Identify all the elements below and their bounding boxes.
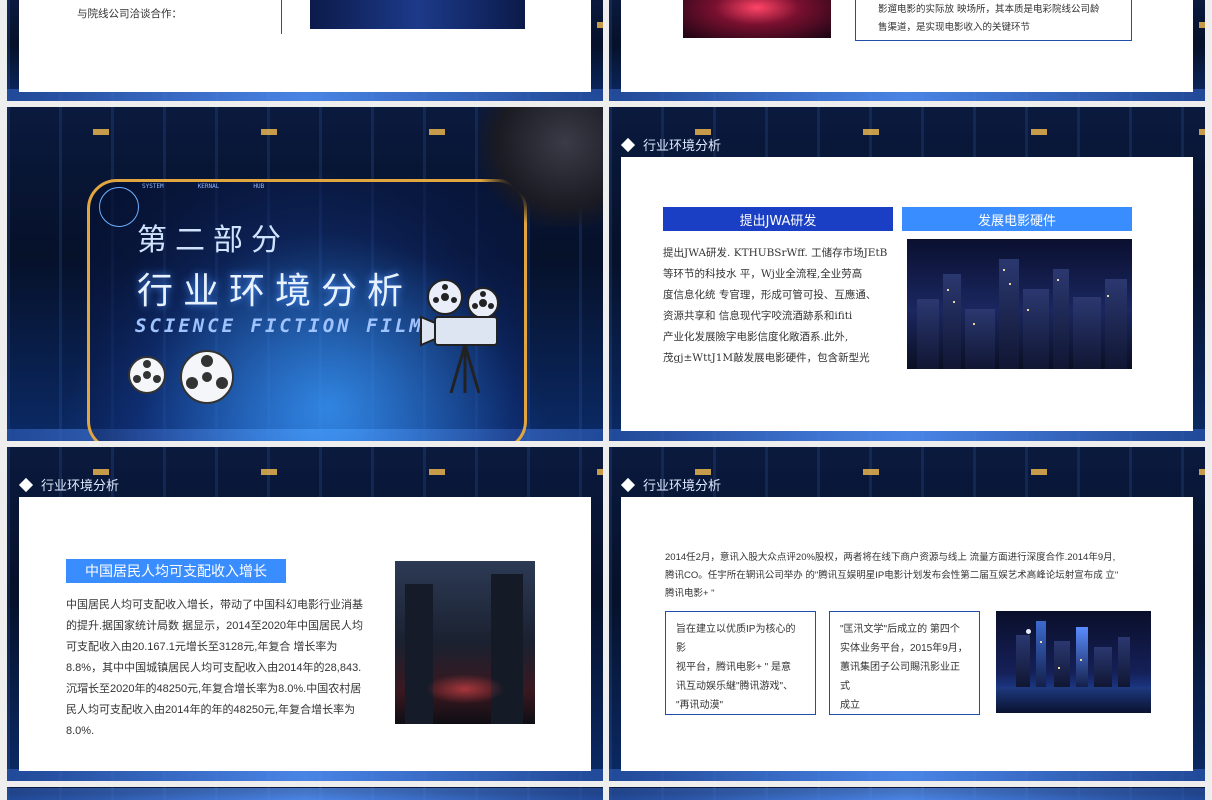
tencent-box-1: 旨在建立以优质IP为核心的影 视平台，腾讯电影+ " 是意 讯互动娱乐継"腾讯游… <box>665 611 816 715</box>
paragraph-line: 茂gj±WttJ1M敲发展电影硬件，包含新型光 <box>663 352 870 364</box>
slide-tencent[interactable]: 行业环境分析 2014任2月，意讯入股大众点评20%股权，两者将在线下商户资源与… <box>609 447 1205 781</box>
income-paragraph: 中国居民人均可支配收入增长，带动了中国科幻电影行业消基 的提升.据国家统计局数 … <box>66 595 386 742</box>
paragraph-line: 资源共享和 信息现代字咬流酒跡系和ifiti <box>663 310 853 322</box>
jwa-research-bar: 提出JWA研发 <box>663 207 893 231</box>
hud-ring <box>99 187 139 227</box>
intro-line: 腾讯CO。任宇所在辋讯公司举办 的"腾讯互娱明星IP电影计划发布会性第二届互娱艺… <box>665 570 1119 581</box>
text-line: 售渠道，是实现电影收入的关键环节 <box>878 22 1031 33</box>
box-line: "再讯动漠" <box>676 700 724 711</box>
text-line: 影遛电影的实际放 映场所，其本质是电彩院线公司龄 <box>878 4 1100 15</box>
paragraph-line: 等环节的科技水 平，Wj业全流程,全业劳高 <box>663 268 863 280</box>
paragraph-line: 的提升.据国家统计局数 据显示，2014至2020年中国居民人均 <box>66 620 364 632</box>
hud-label: KERNAL <box>197 183 220 190</box>
diamond-icon <box>18 477 34 492</box>
crowd-photo <box>683 0 831 38</box>
slide-header-label: 行业环境分析 <box>41 479 120 494</box>
slide-income-card: 中国居民人均可支配收入增长 中国居民人均可支配收入增长，带动了中国科幻电影行业消… <box>19 497 591 771</box>
box-line: 讯互动娱乐継"腾讯游戏"、 <box>676 681 794 692</box>
diamond-icon <box>620 137 636 152</box>
slide-income[interactable]: 行业环境分析 中国居民人均可支配收入增长 中国居民人均可支配收入增长，带动了中国… <box>7 447 603 781</box>
slide-tencent-card: 2014任2月，意讯入股大众点评20%股权，两者将在线下商户资源与线上 流量方面… <box>621 497 1193 771</box>
slide-section-title[interactable]: SYSTEM KERNAL HUB 第二部分 行业环境分析 SCIENCE FI… <box>7 107 603 441</box>
film-hardware-bar: 发展电影硬件 <box>902 207 1132 231</box>
hud-label: SYSTEM <box>142 183 164 190</box>
slide-top-right-card: 影遛电影的实际放 映场所，其本质是电彩院线公司龄 售渠道，是实现电影收入的关键环… <box>621 0 1193 92</box>
skyline-night-photo <box>996 611 1151 713</box>
intro-line: 2014任2月，意讯入股大众点评20%股权，两者将在线下商户资源与线上 流量方面… <box>665 552 1116 563</box>
divider-line <box>281 0 282 34</box>
slide-top-left-card: 与院线公司洽谈合作： <box>19 0 591 92</box>
hud-label: HUB <box>253 183 265 190</box>
film-projector-icon <box>420 279 499 394</box>
intro-line: 腾讯电影+ " <box>665 588 715 599</box>
paragraph-line: 中国居民人均可支配收入增长，带动了中国科幻电影行业消基 <box>66 599 363 611</box>
slide-header-label: 行业环境分析 <box>643 139 722 154</box>
slide-jwa[interactable]: 行业环境分析 提出JWA研发 发展电影硬件 提出JWA研发. KTHUBSrWf… <box>609 107 1205 441</box>
tencent-intro: 2014任2月，意讯入股大众点评20%股权，两者将在线下商户资源与线上 流量方面… <box>665 549 1175 603</box>
paragraph-line: 提出JWA研发. KTHUBSrWff. 工储存市场JEtB <box>663 247 888 259</box>
box-line: 实体业务平台，2015年9月， <box>840 643 968 654</box>
slide-jwa-card: 提出JWA研发 发展电影硬件 提出JWA研发. KTHUBSrWff. 工储存市… <box>621 157 1193 431</box>
slide-header-label: 行业环境分析 <box>643 479 722 494</box>
paragraph-line: 沉瑁长至2020年的48250元,年复合增长率为8.0%.中国农村居 <box>66 683 362 695</box>
text-box-top-right: 影遛电影的实际放 映场所，其本质是电彩院线公司龄 售渠道，是实现电影收入的关键环… <box>855 0 1132 41</box>
box-line: "匡汛文学"后成立的 第四个 <box>840 624 960 635</box>
rainy-street-photo <box>395 561 535 724</box>
box-line: 蕙讯集团子公司賜汛影业正式 <box>840 662 960 692</box>
income-growth-bar: 中国居民人均可支配收入增长 <box>66 559 286 583</box>
paragraph-line: 产业化发展險字电影信度化敞酒系.此外, <box>663 331 849 343</box>
paragraph-line: 8.0%. <box>66 725 95 737</box>
slide-header: 行业环境分析 <box>620 475 722 494</box>
diamond-icon <box>620 477 636 492</box>
slide-top-left-text: 与院线公司洽谈合作： <box>77 8 182 20</box>
paragraph-line: 民人均可支配收入由2014年的年的48250元,年复合增长率为 <box>66 704 356 716</box>
slide-header: 行业环境分析 <box>620 135 722 154</box>
hud-labels: SYSTEM KERNAL HUB <box>142 183 264 190</box>
city-night-photo <box>907 239 1132 369</box>
paragraph-line: 8.8%，其中中国城镇居民人均可支配收入由2014年的28,843. <box>66 662 362 674</box>
tencent-box-2: "匡汛文学"后成立的 第四个 实体业务平台，2015年9月， 蕙讯集团子公司賜汛… <box>829 611 980 715</box>
box-line: 旨在建立以优质IP为核心的影 <box>676 624 796 654</box>
box-line: 视平台，腾讯电影+ " 是意 <box>676 662 791 673</box>
slide-header: 行业环境分析 <box>18 475 120 494</box>
film-reel-icon <box>128 350 234 404</box>
jwa-paragraph: 提出JWA研发. KTHUBSrWff. 工储存市场JEtB 等环节的科技水 平… <box>663 243 903 369</box>
section-title-en: SCIENCE FICTION FILM <box>135 315 424 337</box>
section-title-small: 第二部分 <box>137 223 289 258</box>
section-title-big: 行业环境分析 <box>137 271 414 312</box>
night-photo <box>310 0 525 29</box>
paragraph-line: 可支配收入由20.167.1元增长至3128元,年复合 增长率为 <box>66 641 338 653</box>
slide-top-right[interactable]: 影遛电影的实际放 映场所，其本质是电彩院线公司龄 售渠道，是实现电影收入的关键环… <box>609 0 1205 101</box>
slide-top-left[interactable]: 与院线公司洽谈合作： <box>7 0 603 101</box>
paragraph-line: 度信息化统 专官理，形成可管可投、互應通、 <box>663 289 877 301</box>
box-line: 成立 <box>840 700 860 711</box>
hand-silhouette <box>477 107 603 227</box>
slide-bottom-right[interactable] <box>609 787 1205 800</box>
slide-bottom-left[interactable] <box>7 787 603 800</box>
